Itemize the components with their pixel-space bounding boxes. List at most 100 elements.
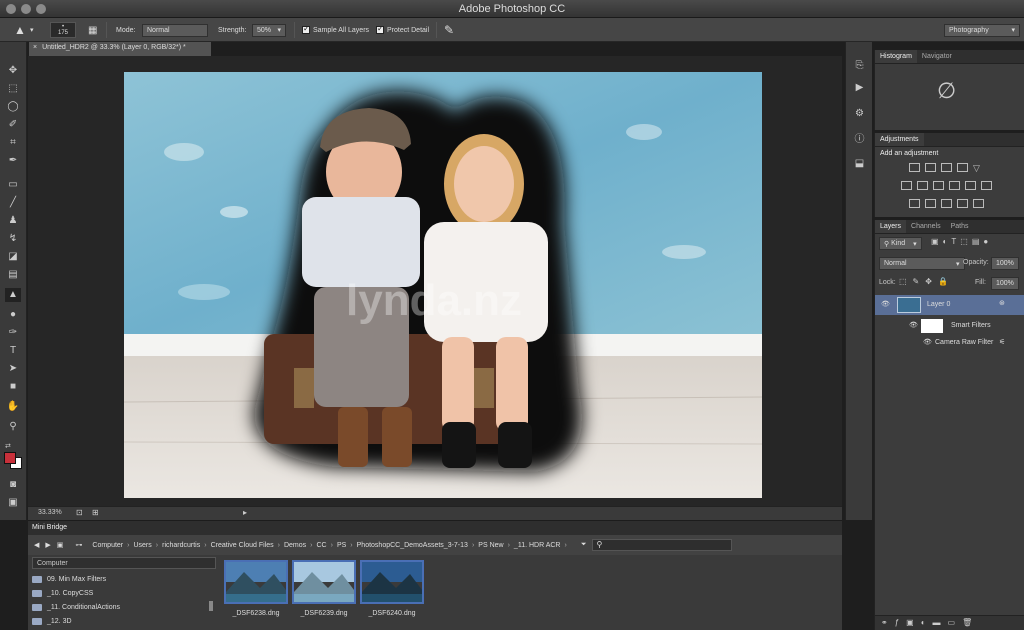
layer-filter-icons[interactable]: ▣◐T⬚▤● (931, 237, 992, 246)
layer-row-camera-raw-filter[interactable]: 👁 Camera Raw Filter ⚟ (875, 336, 1024, 350)
history-brush-tool-icon[interactable]: ↯ (5, 232, 21, 246)
workspace-switcher[interactable]: Photography ▾ (944, 23, 1020, 37)
opacity-input[interactable]: 100% (991, 257, 1019, 270)
layers-panel-footer-icons[interactable]: ⚭ƒ▣◐▬▭🗑 (875, 615, 1024, 630)
clone-stamp-tool-icon[interactable]: ♟ (5, 214, 21, 228)
layer-row-smart-filters[interactable]: 👁 Smart Filters (875, 316, 1024, 336)
brush-panel-icon[interactable]: ▦ (88, 22, 97, 38)
sponge-tool-icon[interactable]: ▲ (14, 22, 26, 38)
dodge-tool-icon[interactable]: ● (5, 308, 21, 322)
folder-item[interactable]: 09. Min Max Filters (32, 573, 106, 586)
breadcrumb-item[interactable]: Users (133, 542, 151, 549)
info-icon[interactable]: ⓘ (853, 130, 866, 145)
hue-saturation-icon[interactable] (901, 181, 912, 190)
document-canvas[interactable]: lynda.nz (124, 72, 762, 498)
mode-select[interactable]: Normal (142, 23, 208, 37)
breadcrumb-item[interactable]: Computer (92, 542, 123, 549)
photo-filter-icon[interactable] (949, 181, 960, 190)
zoom-tool-icon[interactable]: ⚲ (5, 420, 21, 434)
sample-all-layers-checkbox[interactable]: Sample All Layers (302, 22, 369, 38)
eye-icon[interactable]: 👁 (881, 300, 890, 308)
brush-preset-picker[interactable]: • 175 (50, 22, 76, 38)
gradient-tool-icon[interactable]: ▤ (5, 268, 21, 282)
shape-tool-icon[interactable]: ■ (5, 380, 21, 394)
breadcrumb-item[interactable]: Creative Cloud Files (211, 542, 274, 549)
vibrance-icon[interactable]: ▽ (973, 163, 984, 173)
eraser-tool-icon[interactable]: ◪ (5, 250, 21, 264)
tab-histogram[interactable]: Histogram (875, 50, 917, 63)
filter-icon[interactable]: ⏷ (581, 541, 587, 549)
mini-bridge-tab[interactable]: Mini Bridge (28, 521, 842, 535)
eyedropper-tool-icon[interactable]: ✒ (5, 154, 21, 168)
breadcrumb-item[interactable]: _11. HDR ACR (514, 542, 561, 549)
channel-mixer-icon[interactable] (965, 181, 976, 190)
zoom-level[interactable]: 33.33% (38, 509, 62, 516)
quick-mask-icon[interactable]: ◙ (5, 478, 21, 492)
file-thumbnail[interactable] (360, 560, 424, 604)
history-icon[interactable]: ⎘ (853, 60, 866, 72)
selective-color-icon[interactable] (973, 199, 984, 208)
close-icon[interactable]: × (33, 44, 37, 51)
tab-paths[interactable]: Paths (946, 220, 974, 233)
folder-item[interactable]: _10. CopyCSS (32, 587, 93, 600)
layer-comps-icon[interactable]: ⬓ (853, 158, 866, 170)
exposure-icon[interactable] (957, 163, 968, 172)
breadcrumb-item[interactable]: richardcurtis (162, 542, 200, 549)
breadcrumb-item[interactable]: PhotoshopCC_DemoAssets_3-7-13 (357, 542, 468, 549)
eye-icon[interactable]: 👁 (909, 321, 918, 329)
status-icon[interactable]: ⊡ (76, 508, 83, 517)
strength-input[interactable]: 50% ▾ (252, 23, 286, 37)
breadcrumb-item[interactable]: PS New (478, 542, 503, 549)
gradient-map-icon[interactable] (957, 199, 968, 208)
lasso-tool-icon[interactable]: ◯ (5, 100, 21, 114)
folder-item[interactable]: _11. ConditionalActions (32, 601, 120, 614)
pressure-size-icon[interactable]: ✎ (444, 22, 454, 38)
eye-icon[interactable]: 👁 (923, 338, 932, 346)
blend-mode-select[interactable]: Normal ▾ (879, 257, 965, 270)
file-thumbnail[interactable] (292, 560, 356, 604)
breadcrumb-item[interactable]: Demos (284, 542, 306, 549)
forward-icon[interactable]: ▶ (45, 541, 50, 549)
back-icon[interactable]: ◀ (34, 541, 39, 549)
actions-play-icon[interactable]: ▶ (853, 82, 866, 94)
tab-layers[interactable]: Layers (875, 220, 907, 233)
fill-input[interactable]: 100% (991, 277, 1019, 290)
brightness-contrast-icon[interactable] (909, 163, 920, 172)
parent-folder-icon[interactable]: ▣ (57, 541, 64, 549)
breadcrumb-item[interactable]: PS (337, 542, 346, 549)
tab-adjustments[interactable]: Adjustments (875, 133, 924, 146)
color-balance-icon[interactable] (917, 181, 928, 190)
document-tab[interactable]: × Untitled_HDR2 @ 33.3% (Layer 0, RGB/32*… (29, 42, 211, 56)
levels-icon[interactable] (925, 163, 936, 172)
threshold-icon[interactable] (941, 199, 952, 208)
hand-tool-icon[interactable]: ✋ (5, 400, 21, 414)
status-info-icon[interactable]: ⊞ (92, 508, 99, 517)
file-thumbnail[interactable] (224, 560, 288, 604)
filter-mask-thumbnail[interactable] (921, 319, 943, 333)
swap-colors-icon[interactable]: ⇄ (5, 442, 11, 450)
layer-row-layer-0[interactable]: 👁 Layer 0 ⊛ (875, 295, 1024, 315)
black-white-icon[interactable] (933, 181, 944, 190)
move-tool-icon[interactable]: ✥ (5, 64, 21, 78)
filter-options-icon[interactable]: ⚟ (999, 338, 1005, 346)
tab-channels[interactable]: Channels (906, 220, 946, 233)
type-tool-icon[interactable]: T (5, 344, 21, 358)
path-selection-tool-icon[interactable]: ➤ (5, 362, 21, 376)
tool-preset-dropdown-icon[interactable]: ▾ (30, 22, 34, 38)
posterize-icon[interactable] (925, 199, 936, 208)
layer-name[interactable]: Layer 0 (927, 301, 950, 308)
color-lookup-icon[interactable] (981, 181, 992, 190)
quick-selection-tool-icon[interactable]: ✐ (5, 118, 21, 132)
layer-filter-kind[interactable]: ⚲ Kind ▾ (879, 237, 922, 250)
sponge-tool-icon[interactable]: ▲ (5, 288, 21, 302)
protect-detail-checkbox[interactable]: Protect Detail (376, 22, 429, 38)
status-menu-arrow-icon[interactable]: ▸ (243, 508, 247, 517)
view-options-icon[interactable]: ⊶ (75, 541, 82, 549)
invert-icon[interactable] (909, 199, 920, 208)
search-input[interactable]: ⚲ (592, 539, 733, 551)
folder-item[interactable]: _12. 3D (32, 615, 72, 628)
spot-healing-tool-icon[interactable]: ▭ (5, 178, 21, 192)
crop-tool-icon[interactable]: ⌗ (5, 136, 21, 150)
breadcrumb-item[interactable]: CC (316, 542, 326, 549)
tab-navigator[interactable]: Navigator (917, 50, 957, 63)
